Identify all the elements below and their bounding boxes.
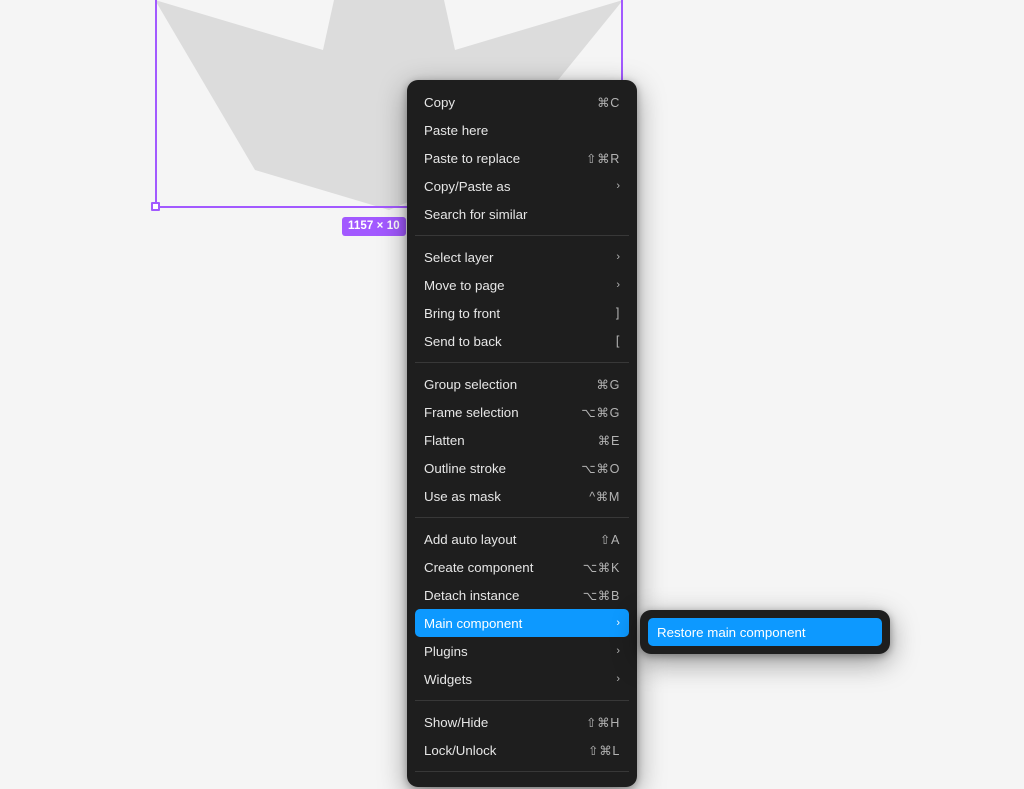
chevron-right-icon: › bbox=[616, 179, 620, 192]
menu-item-shortcut: [ bbox=[615, 334, 620, 348]
menu-item-shortcut: ⇧⌘H bbox=[585, 715, 620, 730]
menu-item-label: Add auto layout bbox=[424, 531, 517, 547]
menu-item-shortcut: ⇧⌘R bbox=[585, 151, 620, 166]
menu-item-paste-to-replace[interactable]: Paste to replace ⇧⌘R bbox=[415, 144, 629, 172]
menu-item-shortcut: ⇧⌘L bbox=[588, 743, 620, 758]
menu-item-label: Outline stroke bbox=[424, 460, 507, 476]
menu-item-shortcut: ⌥⌘K bbox=[582, 560, 620, 575]
menu-separator bbox=[415, 771, 629, 772]
submenu-item-restore-main-component[interactable]: Restore main component bbox=[648, 618, 882, 646]
menu-separator bbox=[415, 517, 629, 518]
menu-item-search-for-similar[interactable]: Search for similar bbox=[415, 200, 629, 228]
menu-item-label: Frame selection bbox=[424, 404, 519, 420]
menu-item-bring-to-front[interactable]: Bring to front ] bbox=[415, 299, 629, 327]
menu-item-label: Paste to replace bbox=[424, 150, 521, 166]
menu-item-label: Search for similar bbox=[424, 206, 528, 222]
main-component-submenu[interactable]: Restore main component bbox=[640, 610, 890, 654]
menu-item-shortcut: ] bbox=[615, 306, 620, 320]
selection-edge-bottom bbox=[155, 206, 435, 208]
menu-item-shortcut: ⌘E bbox=[597, 433, 620, 448]
menu-item-label: Copy bbox=[424, 94, 456, 110]
menu-item-frame-selection[interactable]: Frame selection ⌥⌘G bbox=[415, 398, 629, 426]
menu-separator bbox=[415, 700, 629, 701]
menu-item-add-auto-layout[interactable]: Add auto layout ⇧A bbox=[415, 525, 629, 553]
menu-item-label: Bring to front bbox=[424, 305, 501, 321]
menu-item-select-layer[interactable]: Select layer › bbox=[415, 243, 629, 271]
chevron-right-icon: › bbox=[616, 616, 620, 629]
menu-item-create-component[interactable]: Create component ⌥⌘K bbox=[415, 553, 629, 581]
menu-item-label: Use as mask bbox=[424, 488, 501, 504]
menu-item-paste-here[interactable]: Paste here bbox=[415, 116, 629, 144]
menu-item-shortcut: ⇧A bbox=[599, 532, 620, 547]
menu-item-copy[interactable]: Copy ⌘C bbox=[415, 88, 629, 116]
menu-item-outline-stroke[interactable]: Outline stroke ⌥⌘O bbox=[415, 454, 629, 482]
menu-item-main-component[interactable]: Main component › bbox=[415, 609, 629, 637]
menu-item-label: Main component bbox=[424, 615, 523, 631]
menu-item-label: Group selection bbox=[424, 376, 518, 392]
menu-item-label: Detach instance bbox=[424, 587, 520, 603]
menu-item-use-as-mask[interactable]: Use as mask ^⌘M bbox=[415, 482, 629, 510]
menu-item-show-hide[interactable]: Show/Hide ⇧⌘H bbox=[415, 708, 629, 736]
menu-item-flatten[interactable]: Flatten ⌘E bbox=[415, 426, 629, 454]
chevron-right-icon: › bbox=[616, 278, 620, 291]
chevron-right-icon: › bbox=[616, 672, 620, 685]
menu-item-copy-paste-as[interactable]: Copy/Paste as › bbox=[415, 172, 629, 200]
menu-item-plugins[interactable]: Plugins › bbox=[415, 637, 629, 665]
chevron-right-icon: › bbox=[616, 644, 620, 657]
menu-item-shortcut: ⌥⌘G bbox=[581, 405, 620, 420]
menu-item-shortcut: ⌘C bbox=[597, 95, 620, 110]
menu-item-send-to-back[interactable]: Send to back [ bbox=[415, 327, 629, 355]
menu-item-label: Lock/Unlock bbox=[424, 742, 497, 758]
menu-item-label: Widgets bbox=[424, 671, 473, 687]
menu-item-shortcut: ⌘G bbox=[596, 377, 620, 392]
menu-item-label: Move to page bbox=[424, 277, 505, 293]
menu-item-move-to-page[interactable]: Move to page › bbox=[415, 271, 629, 299]
menu-item-label: Send to back bbox=[424, 333, 502, 349]
menu-item-label: Show/Hide bbox=[424, 714, 489, 730]
menu-item-label: Paste here bbox=[424, 122, 489, 138]
figma-canvas-screen: 1157 × 10 Copy ⌘C Paste here Paste to re… bbox=[0, 0, 1024, 789]
selection-size-badge: 1157 × 10 bbox=[342, 217, 406, 236]
menu-item-shortcut: ^⌘M bbox=[589, 489, 620, 504]
menu-item-shortcut: ⌥⌘B bbox=[582, 588, 620, 603]
menu-item-label: Select layer bbox=[424, 249, 494, 265]
menu-separator bbox=[415, 235, 629, 236]
menu-separator bbox=[415, 362, 629, 363]
menu-item-label: Create component bbox=[424, 559, 534, 575]
menu-item-label: Flatten bbox=[424, 432, 465, 448]
chevron-right-icon: › bbox=[616, 250, 620, 263]
menu-item-shortcut: ⌥⌘O bbox=[581, 461, 620, 476]
selection-edge-left bbox=[155, 0, 157, 208]
menu-item-label: Restore main component bbox=[657, 624, 806, 640]
selection-edge-right bbox=[621, 0, 623, 80]
menu-item-detach-instance[interactable]: Detach instance ⌥⌘B bbox=[415, 581, 629, 609]
menu-item-lock-unlock[interactable]: Lock/Unlock ⇧⌘L bbox=[415, 736, 629, 764]
menu-item-label: Plugins bbox=[424, 643, 468, 659]
menu-item-label: Copy/Paste as bbox=[424, 178, 511, 194]
menu-item-group-selection[interactable]: Group selection ⌘G bbox=[415, 370, 629, 398]
context-menu[interactable]: Copy ⌘C Paste here Paste to replace ⇧⌘R … bbox=[407, 80, 637, 787]
menu-item-widgets[interactable]: Widgets › bbox=[415, 665, 629, 693]
selection-handle-bottom-left[interactable] bbox=[151, 202, 160, 211]
